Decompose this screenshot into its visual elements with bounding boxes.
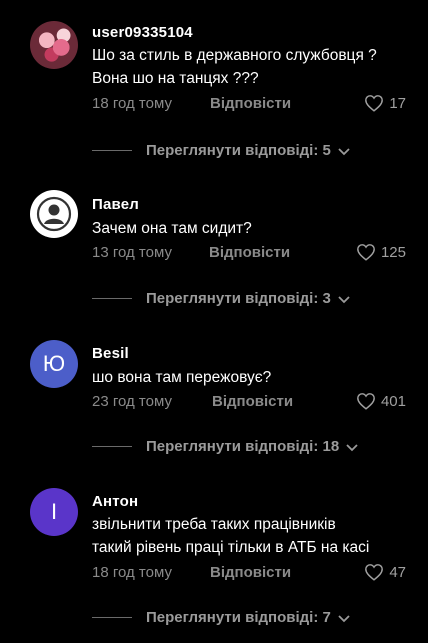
like-button[interactable]: 125 <box>356 243 406 261</box>
chevron-down-icon <box>338 147 350 155</box>
reply-button[interactable]: Відповісти <box>210 95 291 112</box>
comment-username[interactable]: Besil <box>92 345 129 362</box>
heart-icon <box>357 393 375 410</box>
like-count: 401 <box>380 392 406 410</box>
view-replies-button[interactable]: Переглянути відповіді: 7 <box>92 609 351 626</box>
reply-button[interactable]: Відповісти <box>209 244 290 261</box>
avatar[interactable] <box>30 190 78 238</box>
default-user-icon <box>36 196 72 232</box>
like-button[interactable]: 47 <box>364 563 406 581</box>
like-count: 17 <box>389 94 406 112</box>
comment-time: 18 год тому <box>92 95 172 112</box>
divider <box>92 298 132 299</box>
divider <box>92 446 132 447</box>
like-count: 125 <box>380 243 406 261</box>
avatar-letter: Ю <box>42 351 66 376</box>
comment-text-line: Шо за стиль в державного службовця ? <box>92 47 377 64</box>
like-button[interactable]: 401 <box>356 392 406 410</box>
divider <box>92 617 132 618</box>
avatar[interactable]: І <box>30 488 78 536</box>
view-replies-label: Переглянути відповіді: 3 <box>146 290 331 307</box>
avatar-letter: І <box>50 499 58 524</box>
comment-username[interactable]: Павел <box>92 196 139 213</box>
chevron-down-icon <box>338 295 350 303</box>
chevron-down-icon <box>346 443 358 451</box>
view-replies-label: Переглянути відповіді: 7 <box>146 609 331 626</box>
view-replies-label: Переглянути відповіді: 5 <box>146 142 331 159</box>
comment-time: 13 год тому <box>92 244 172 261</box>
reply-button[interactable]: Відповісти <box>210 564 291 581</box>
comment-time: 23 год тому <box>92 393 172 410</box>
comment-time: 18 год тому <box>92 564 172 581</box>
comment-text: звільнити треба таких працівників такий … <box>92 513 412 559</box>
comment-text: Зачем она там сидит? <box>92 217 412 240</box>
comment-text-line: шо вона там пережовує? <box>92 369 272 386</box>
avatar[interactable]: Ю <box>30 340 78 388</box>
view-replies-button[interactable]: Переглянути відповіді: 5 <box>92 142 351 159</box>
comment-text: шо вона там пережовує? <box>92 366 412 389</box>
view-replies-button[interactable]: Переглянути відповіді: 18 <box>92 438 359 455</box>
view-replies-label: Переглянути відповіді: 18 <box>146 438 340 455</box>
reply-button[interactable]: Відповісти <box>212 393 293 410</box>
view-replies-button[interactable]: Переглянути відповіді: 3 <box>92 290 351 307</box>
chevron-down-icon <box>338 614 350 622</box>
like-button[interactable]: 17 <box>364 94 406 112</box>
heart-icon <box>357 244 375 261</box>
heart-icon <box>365 95 384 112</box>
comment-text: Шо за стиль в державного службовця ? Вон… <box>92 44 412 90</box>
comment-text-line: такий рівень праці тільки в АТБ на касі <box>92 539 370 556</box>
comment-text-line: Зачем она там сидит? <box>92 220 252 237</box>
avatar[interactable] <box>30 21 78 69</box>
comment-text-line: звільнити треба таких працівників <box>92 516 336 533</box>
comment-username[interactable]: Антон <box>92 493 138 510</box>
divider <box>92 150 132 151</box>
like-count: 47 <box>389 563 406 581</box>
comment-username[interactable]: user09335104 <box>92 24 193 41</box>
comment-text-line: Вона шо на танцях ??? <box>92 70 259 87</box>
heart-icon <box>365 564 384 581</box>
